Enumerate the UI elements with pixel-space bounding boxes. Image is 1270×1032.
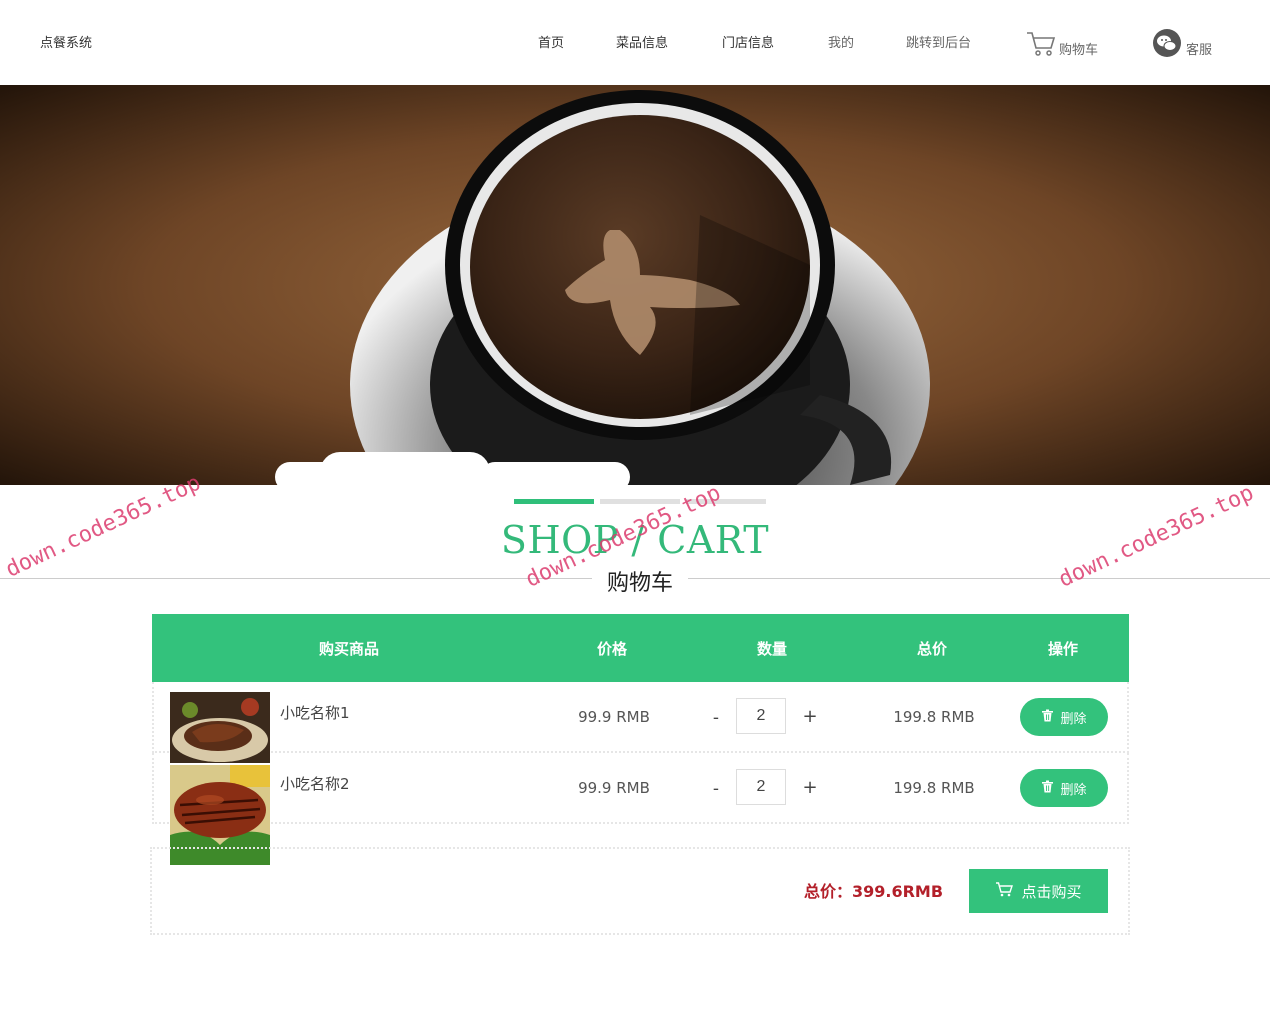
delete-label: 删除	[1060, 710, 1087, 726]
nav-stores[interactable]: 门店信息	[722, 32, 774, 51]
overlay-blob	[320, 452, 490, 492]
indicator-bar-active	[514, 499, 594, 504]
delete-button[interactable]: 删除	[1020, 698, 1108, 736]
nav-dishes[interactable]: 菜品信息	[616, 32, 668, 51]
cart-icon	[1026, 30, 1056, 58]
overlay-blob	[480, 462, 630, 492]
qty-increase-button[interactable]: +	[802, 777, 818, 798]
nav-service-label: 客服	[1186, 43, 1213, 58]
buy-label: 点击购买	[1021, 883, 1082, 901]
delete-button[interactable]: 删除	[1020, 769, 1108, 807]
buy-button[interactable]: 点击购买	[969, 869, 1108, 913]
col-product: 购买商品	[318, 640, 379, 658]
nav-home[interactable]: 首页	[538, 32, 564, 51]
unit-price: 99.9 RMB	[578, 779, 650, 797]
qty-increase-button[interactable]: +	[802, 706, 818, 727]
coffee-cup-image	[0, 85, 1270, 485]
qty-decrease-button[interactable]: -	[709, 708, 723, 728]
trash-icon	[1041, 780, 1054, 796]
row-subtotal: 199.8 RMB	[893, 708, 975, 726]
trash-icon	[1041, 709, 1054, 725]
qty-decrease-button[interactable]: -	[709, 779, 723, 799]
product-name[interactable]: 小吃名称2	[280, 773, 350, 794]
col-quantity: 数量	[756, 640, 787, 658]
qty-input[interactable]	[736, 769, 786, 805]
nav-service[interactable]: 客服	[1152, 26, 1212, 58]
col-action: 操作	[1047, 640, 1078, 658]
nav-mine[interactable]: 我的	[828, 32, 854, 51]
row-subtotal: 199.8 RMB	[893, 779, 975, 797]
nav-cart[interactable]: 购物车	[1026, 26, 1098, 58]
table-row: 小吃名称2 99.9 RMB - + 199.8 RMB 删除	[152, 753, 1129, 865]
nav-admin[interactable]: 跳转到后台	[906, 32, 971, 51]
col-price: 价格	[596, 640, 627, 658]
table-row: 小吃名称1 99.9 RMB - + 199.8 RMB 删除	[152, 682, 1129, 763]
wechat-icon	[1152, 28, 1182, 58]
coffee-banner	[0, 85, 1270, 485]
product-name[interactable]: 小吃名称1	[280, 702, 350, 723]
nav-cart-label: 购物车	[1059, 43, 1099, 58]
section-title-cn: 购物车	[592, 565, 688, 597]
cart-table-header: 购买商品 价格 数量 总价 操作	[152, 614, 1129, 682]
cart-total: 总价：399.6RMB	[804, 882, 944, 901]
col-subtotal: 总价	[916, 640, 947, 658]
title-indicator	[514, 499, 766, 504]
site-logo[interactable]: 点餐系统	[40, 32, 92, 51]
qty-input[interactable]	[736, 698, 786, 734]
unit-price: 99.9 RMB	[578, 708, 650, 726]
cart-icon	[995, 881, 1014, 901]
top-header: 点餐系统 首页 菜品信息 门店信息 我的 跳转到后台 购物车 客服	[0, 0, 1270, 85]
delete-label: 删除	[1060, 781, 1087, 797]
